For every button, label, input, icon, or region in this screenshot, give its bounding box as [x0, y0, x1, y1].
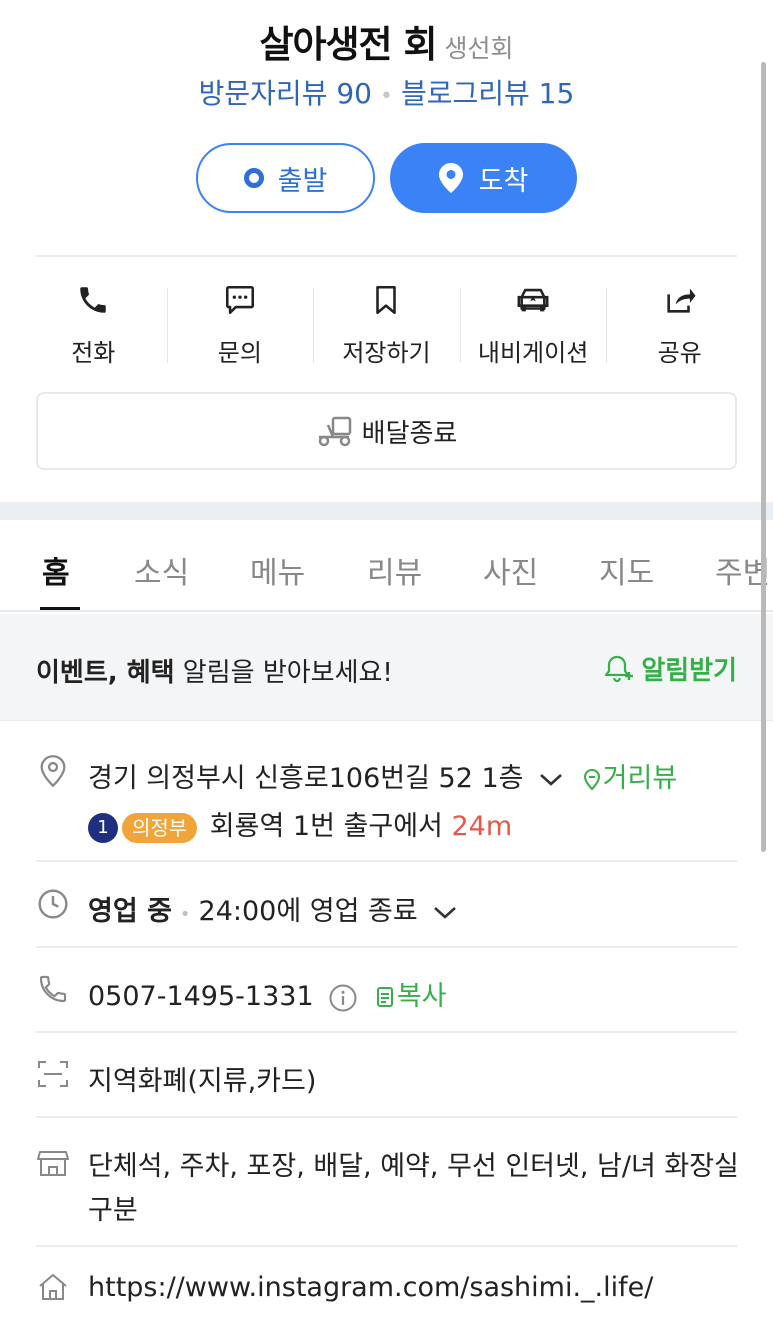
delivery-scooter-icon: [318, 416, 351, 447]
action-call[interactable]: 전화: [20, 278, 167, 368]
place-name: 살아생전 회: [259, 23, 437, 66]
review-counts: 방문자리뷰 90 • 블로그리뷰 15: [0, 72, 773, 112]
station-name: 회룡역: [209, 811, 285, 842]
address-line: 경기 의정부시 신흥로106번길 52 1층 거리뷰: [88, 756, 677, 795]
divider: [36, 946, 737, 948]
hours-line: 영업 중 • 24:00에 영업 종료: [88, 889, 458, 928]
place-category: 생선회: [444, 34, 514, 63]
location-pin-icon: [36, 754, 70, 788]
scrollbar[interactable]: [761, 62, 766, 852]
tab-map[interactable]: 지도: [599, 548, 654, 592]
subway-line-number-badge: 1: [88, 812, 118, 843]
phone-outline-icon: [36, 972, 70, 1006]
copy-label: 복사: [396, 981, 447, 1012]
action-save-label: 저장하기: [342, 339, 431, 367]
amenities-line-1: 단체석, 주차, 포장, 배달, 예약, 무선 인터넷, 남/녀 화장실: [88, 1151, 739, 1182]
map-pin-icon: [438, 163, 463, 193]
transit-line: 1 의정부 회룡역 1번 출구에서 24m: [88, 804, 512, 843]
tab-home[interactable]: 홈: [42, 548, 70, 592]
action-inquiry-label: 문의: [217, 339, 262, 367]
street-view-label: 거리뷰: [602, 763, 678, 794]
blog-reviews-link[interactable]: 블로그리뷰 15: [401, 77, 574, 110]
car-navigation-icon: [513, 280, 553, 319]
start-route-button[interactable]: 출발: [196, 143, 375, 213]
separator-dot: •: [179, 904, 191, 925]
home-icon: [36, 1270, 70, 1304]
payment-scan-icon: [36, 1057, 70, 1091]
start-label: 출발: [277, 165, 328, 197]
tab-photo[interactable]: 사진: [483, 548, 538, 592]
divider: [36, 255, 737, 257]
chat-icon: [220, 280, 260, 319]
notification-plain-text: 알림을 받아보세요!: [174, 658, 393, 688]
quick-actions: 전화 문의 저장하기 내비게이션 공유: [20, 278, 753, 368]
bookmark-icon: [366, 280, 406, 319]
action-share-label: 공유: [657, 339, 702, 367]
amenities-line-2: 구분: [88, 1195, 138, 1226]
arrive-route-button[interactable]: 도착: [390, 143, 577, 213]
station-distance: 24m: [451, 811, 513, 842]
divider: [36, 1245, 737, 1247]
action-navigation-label: 내비게이션: [477, 339, 589, 367]
phone-number[interactable]: 0507-1495-1331: [88, 981, 314, 1012]
action-call-label: 전화: [71, 339, 116, 367]
info-icon[interactable]: [328, 983, 358, 1013]
notification-bold-text: 이벤트, 혜택: [36, 658, 175, 688]
notification-text: 이벤트, 혜택 알림을 받아보세요!: [36, 652, 393, 689]
title-row: 살아생전 회 생선회: [0, 14, 773, 68]
divider: [36, 1031, 737, 1033]
tab-review[interactable]: 리뷰: [367, 548, 422, 592]
bell-plus-icon: [605, 655, 634, 682]
subway-line-badge: 의정부: [122, 812, 198, 843]
street-view-link[interactable]: 거리뷰: [581, 763, 678, 794]
amenities-section: 단체석, 주차, 포장, 배달, 예약, 무선 인터넷, 남/녀 화장실 구분: [36, 1140, 739, 1240]
chevron-down-icon[interactable]: [432, 904, 458, 922]
phone-line: 0507-1495-1331 복사: [88, 974, 447, 1013]
website-link[interactable]: https://www.instagram.com/sashimi._.life…: [88, 1272, 653, 1303]
closing-time: 24:00에 영업 종료: [198, 896, 418, 927]
copy-icon: [376, 986, 393, 1007]
street-view-pin-icon: [583, 768, 600, 790]
subscribe-alert-button[interactable]: 알림받기: [603, 650, 737, 687]
active-tab-indicator: [40, 607, 80, 610]
tab-menu[interactable]: 메뉴: [250, 548, 305, 592]
action-save[interactable]: 저장하기: [313, 278, 460, 368]
payment-text: 지역화폐(지류,카드): [88, 1066, 317, 1097]
tab-news[interactable]: 소식: [134, 548, 189, 592]
website-section: https://www.instagram.com/sashimi._.life…: [36, 1268, 737, 1318]
arrive-label: 도착: [478, 165, 529, 197]
open-status: 영업 중: [88, 896, 172, 927]
hours-section[interactable]: 영업 중 • 24:00에 영업 종료: [36, 885, 737, 935]
notification-banner: 이벤트, 혜택 알림을 받아보세요! 알림받기: [0, 614, 773, 721]
delivery-label: 배달종료: [361, 418, 458, 449]
divider: [36, 1116, 737, 1118]
address-section: 경기 의정부시 신흥로106번길 52 1층 거리뷰 1 의정부 회룡역 1번 출…: [36, 752, 737, 843]
place-header: 살아생전 회 생선회 방문자리뷰 90 • 블로그리뷰 15 출발 도착 전화 문의: [0, 0, 773, 500]
visitor-reviews-link[interactable]: 방문자리뷰 90: [199, 77, 372, 110]
divider: [36, 860, 737, 862]
origin-dot-icon: [243, 168, 264, 188]
action-inquiry[interactable]: 문의: [166, 278, 314, 368]
tab-bar: 홈 소식 메뉴 리뷰 사진 지도 주변: [0, 520, 773, 612]
copy-phone-button[interactable]: 복사: [373, 981, 447, 1012]
clock-icon: [36, 887, 70, 921]
phone-section: 0507-1495-1331 복사: [36, 970, 737, 1020]
address-text[interactable]: 경기 의정부시 신흥로106번길 52 1층: [88, 763, 523, 794]
payment-section: 지역화폐(지류,카드): [36, 1055, 737, 1105]
separator-dot: •: [380, 84, 393, 109]
action-navigation[interactable]: 내비게이션: [459, 278, 607, 368]
share-icon: [660, 280, 700, 319]
exit-text: 1번 출구에서: [284, 811, 452, 842]
chevron-down-icon[interactable]: [538, 771, 564, 789]
delivery-status-button[interactable]: 배달종료: [36, 392, 737, 470]
subscribe-alert-label: 알림받기: [641, 656, 737, 686]
store-icon: [36, 1146, 70, 1180]
phone-icon: [73, 280, 113, 319]
section-divider-band: [0, 502, 773, 520]
action-share[interactable]: 공유: [606, 278, 753, 368]
